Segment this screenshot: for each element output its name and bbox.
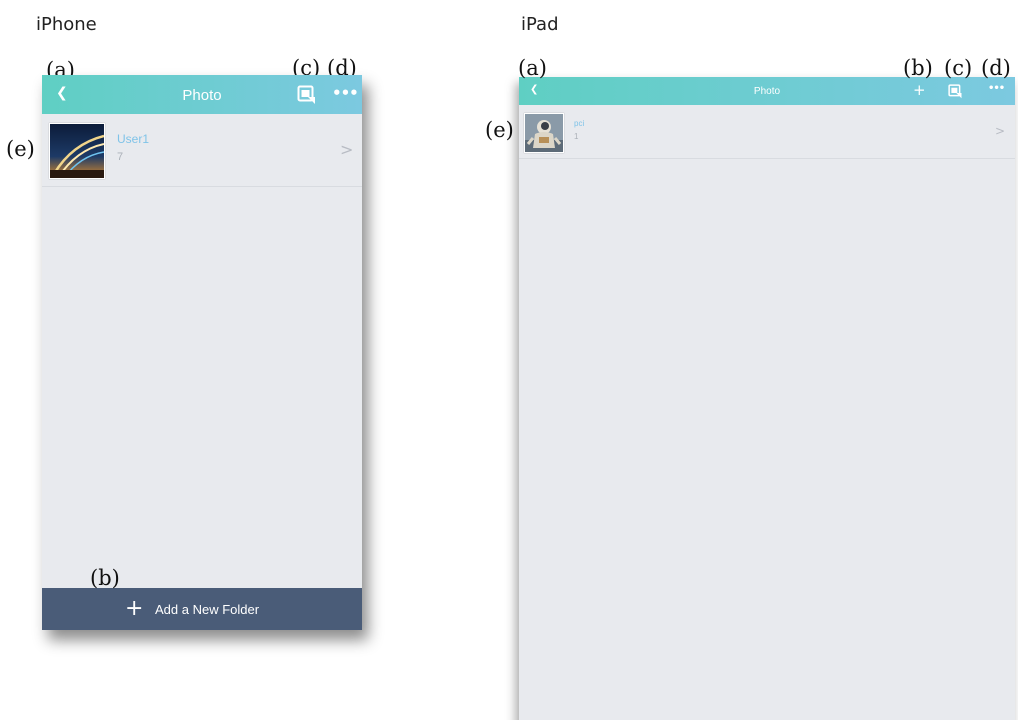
iphone-screen: ❮ Photo ••• User1 7 > + Add a New Folder: [42, 75, 362, 630]
page-title: Photo: [753, 86, 781, 97]
add-folder-button[interactable]: + Add a New Folder: [42, 588, 362, 630]
callout-e-ipad: (e): [485, 118, 514, 142]
ipad-screen: ❮ Photo + ••• pci 1 >: [519, 77, 1015, 720]
chevron-right-icon: >: [995, 124, 1006, 138]
callout-b-iphone: (b): [90, 566, 120, 590]
iphone-navbar: ❮ Photo •••: [42, 75, 362, 114]
folder-thumbnail: [524, 113, 564, 153]
chevron-right-icon: >: [340, 140, 354, 159]
callout-b-ipad: (b): [903, 56, 933, 80]
callout-c-ipad: (c): [944, 56, 973, 80]
plus-icon: +: [125, 596, 144, 621]
folder-row[interactable]: pci 1 >: [519, 105, 1015, 159]
share-photo-icon: [948, 84, 962, 99]
add-folder-button[interactable]: +: [913, 82, 926, 100]
plus-icon: +: [913, 81, 926, 99]
share-photo-button[interactable]: [948, 84, 963, 99]
ellipsis-icon[interactable]: •••: [988, 83, 1005, 94]
callout-e-iphone: (e): [6, 137, 35, 161]
iphone-heading: iPhone: [36, 14, 97, 35]
folder-name: User1: [117, 132, 150, 146]
folder-thumbnail: [49, 123, 105, 179]
ipad-navbar: ❮ Photo + •••: [519, 77, 1015, 105]
share-photo-icon: [297, 85, 315, 104]
add-folder-label: Add a New Folder: [155, 602, 260, 617]
share-photo-button[interactable]: [297, 85, 317, 105]
folder-name: pci: [574, 119, 585, 128]
folder-count: 7: [117, 151, 124, 163]
callout-a-ipad: (a): [518, 56, 547, 80]
callout-d-ipad: (d): [981, 56, 1011, 80]
ellipsis-icon[interactable]: •••: [332, 84, 359, 102]
folder-count: 1: [574, 132, 579, 141]
ipad-heading: iPad: [521, 14, 559, 35]
folder-row[interactable]: User1 7 >: [42, 114, 362, 187]
